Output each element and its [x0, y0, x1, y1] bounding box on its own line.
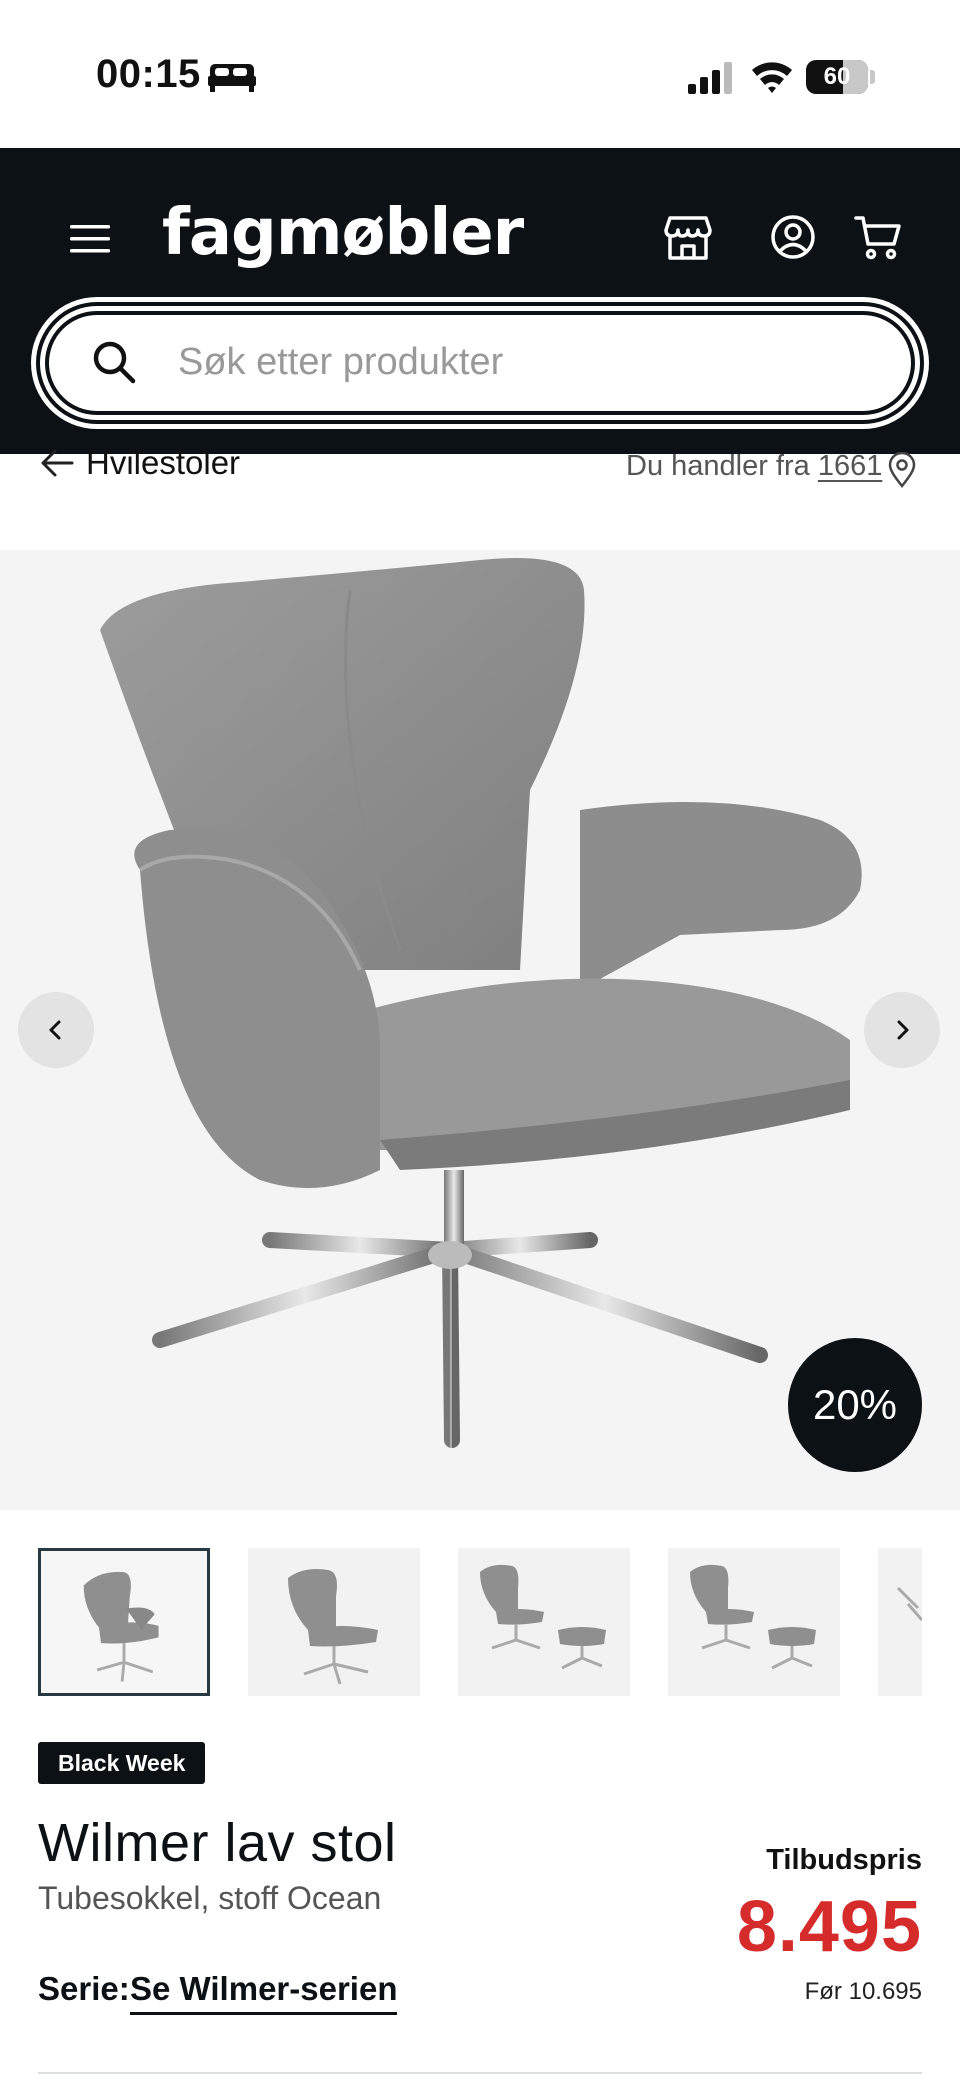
- location-pin-icon[interactable]: [888, 452, 916, 488]
- thumbnail-1[interactable]: [38, 1548, 210, 1696]
- original-price: Før 10.695: [804, 1978, 922, 2005]
- location-prefix: Du handler fra: [626, 450, 810, 482]
- location-zip[interactable]: 1661: [818, 450, 883, 482]
- product-subtitle: Tubesokkel, stoff Ocean: [38, 1880, 382, 1916]
- search-input[interactable]: [178, 334, 878, 390]
- divider: [38, 2072, 922, 2074]
- back-arrow-icon[interactable]: [40, 448, 74, 478]
- store-icon[interactable]: [664, 214, 712, 262]
- series-label: Serie:: [38, 1970, 130, 2007]
- battery-icon: 60: [806, 58, 876, 96]
- status-bar: 00:15 60: [0, 0, 960, 148]
- wifi-icon: [752, 62, 792, 93]
- product-image: [100, 558, 862, 1448]
- site-logo[interactable]: fagmøbler: [162, 196, 524, 270]
- thumbnail-strip[interactable]: [38, 1548, 922, 1696]
- gallery-next-button[interactable]: [864, 992, 940, 1068]
- signal-icon: [688, 62, 732, 94]
- price-label: Tilbudspris: [766, 1844, 922, 1876]
- discount-badge: 20%: [788, 1338, 922, 1472]
- search-icon[interactable]: [92, 340, 136, 384]
- series-link[interactable]: Se Wilmer-serien: [130, 1970, 398, 2015]
- campaign-badge: Black Week: [38, 1742, 206, 1784]
- thumbnail-2[interactable]: [248, 1548, 420, 1696]
- gallery-prev-button[interactable]: [18, 992, 94, 1068]
- sale-price: 8.495: [736, 1887, 922, 1967]
- status-time: 00:15: [96, 52, 201, 96]
- thumbnail-4[interactable]: [668, 1548, 840, 1696]
- cart-icon[interactable]: [854, 214, 902, 260]
- bed-icon: [208, 64, 256, 92]
- battery-level: 60: [823, 63, 851, 90]
- chevron-left-icon: [49, 1020, 61, 1040]
- product-title: Wilmer lav stol: [38, 1813, 397, 1873]
- thumbnail-3[interactable]: [458, 1548, 630, 1696]
- menu-icon[interactable]: [70, 224, 110, 254]
- breadcrumb-link[interactable]: Hvilestoler: [86, 444, 240, 482]
- account-icon[interactable]: [770, 214, 816, 260]
- thumbnail-5[interactable]: [878, 1548, 922, 1696]
- store-location[interactable]: Du handler fra 1661: [626, 450, 882, 483]
- chevron-right-icon: [897, 1020, 909, 1040]
